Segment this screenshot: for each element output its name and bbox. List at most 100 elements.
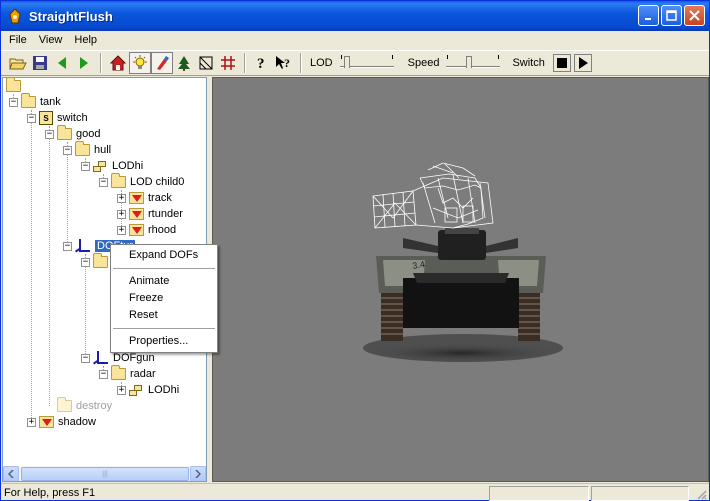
tree-node-shadow[interactable]: + shadow bbox=[27, 414, 96, 430]
menu-item-freeze[interactable]: Freeze bbox=[111, 290, 217, 307]
tree-node-label: rtunder bbox=[148, 208, 183, 220]
play-icon bbox=[578, 57, 588, 69]
geometry-node-icon bbox=[39, 416, 54, 428]
context-help-button[interactable]: ? bbox=[273, 52, 295, 74]
help-button[interactable]: ? bbox=[251, 52, 273, 74]
folder-icon bbox=[75, 141, 90, 156]
home-icon bbox=[110, 55, 126, 71]
context-help-icon: ? bbox=[276, 56, 290, 70]
status-text: For Help, press F1 bbox=[4, 486, 96, 499]
paint-button[interactable] bbox=[151, 52, 173, 74]
tree-node-child[interactable]: − bbox=[81, 253, 112, 270]
collapse-toggle[interactable]: − bbox=[27, 113, 36, 123]
menu-help[interactable]: Help bbox=[68, 34, 103, 46]
expand-toggle[interactable]: + bbox=[117, 225, 126, 235]
tree-node-lod-child0[interactable]: − LOD child0 bbox=[99, 173, 185, 190]
forward-arrow-icon bbox=[80, 57, 88, 69]
tree-node-good[interactable]: − good bbox=[45, 125, 100, 142]
tree-root[interactable] bbox=[6, 78, 25, 94]
chevron-left-icon bbox=[8, 469, 14, 478]
collapse-toggle[interactable]: − bbox=[81, 257, 90, 267]
window-title: StraightFlush bbox=[29, 8, 113, 24]
collapse-toggle[interactable]: − bbox=[99, 177, 108, 187]
tree-node-lodhi[interactable]: − LODhi bbox=[81, 158, 143, 174]
open-button[interactable] bbox=[7, 52, 29, 74]
collapse-toggle[interactable]: − bbox=[45, 129, 54, 139]
texture-button[interactable] bbox=[195, 52, 217, 74]
menu-view[interactable]: View bbox=[33, 34, 69, 46]
collapse-toggle[interactable]: − bbox=[99, 369, 108, 379]
expand-toggle[interactable]: + bbox=[117, 385, 126, 395]
collapse-toggle[interactable]: − bbox=[81, 161, 90, 171]
folder-icon bbox=[21, 93, 36, 108]
tree-node-track[interactable]: + track bbox=[117, 190, 172, 206]
back-button[interactable] bbox=[51, 52, 73, 74]
collapse-toggle[interactable]: − bbox=[63, 241, 72, 251]
menu-item-animate[interactable]: Animate bbox=[111, 273, 217, 290]
tree-node-label: hull bbox=[94, 144, 112, 156]
dof-node-icon bbox=[92, 351, 109, 365]
scroll-right-button[interactable] bbox=[190, 465, 206, 481]
toolbar: ? ? LOD Speed Switch bbox=[1, 50, 709, 76]
tree-node-lodhi-radar[interactable]: + LODhi bbox=[117, 382, 179, 398]
geometry-node-icon bbox=[129, 208, 144, 220]
speed-slider[interactable] bbox=[444, 53, 502, 73]
close-button[interactable] bbox=[684, 5, 705, 26]
maximize-button[interactable] bbox=[661, 5, 682, 26]
menu-file[interactable]: File bbox=[3, 34, 33, 46]
expand-toggle[interactable]: + bbox=[117, 209, 126, 219]
forward-button[interactable] bbox=[73, 52, 95, 74]
tree-node-destroy[interactable]: destroy bbox=[57, 397, 112, 414]
app-window: StraightFlush File View Help ? ? LOD Spe… bbox=[0, 0, 710, 501]
resize-grip-icon[interactable] bbox=[695, 488, 707, 500]
tree-node-label: LOD child0 bbox=[130, 176, 185, 188]
scroll-thumb[interactable]: ||| bbox=[21, 467, 189, 481]
tree-node-radar[interactable]: − radar bbox=[99, 365, 156, 382]
tree-node-hull[interactable]: − hull bbox=[63, 141, 112, 158]
lod-slider[interactable] bbox=[338, 53, 396, 73]
context-menu: Expand DOFs Animate Freeze Reset Propert… bbox=[110, 244, 218, 353]
stop-button[interactable] bbox=[552, 54, 571, 72]
grid-button[interactable] bbox=[217, 52, 239, 74]
menu-item-expand-dofs[interactable]: Expand DOFs bbox=[111, 247, 217, 264]
folder-icon bbox=[111, 365, 126, 380]
menu-item-reset[interactable]: Reset bbox=[111, 307, 217, 324]
svg-text:3.4: 3.4 bbox=[412, 259, 426, 271]
tree-node-label: switch bbox=[57, 112, 88, 124]
expand-toggle[interactable]: + bbox=[117, 193, 126, 203]
tree-button[interactable] bbox=[173, 52, 195, 74]
scroll-left-button[interactable] bbox=[3, 465, 19, 481]
light-button[interactable] bbox=[129, 52, 151, 74]
tree-icon bbox=[178, 56, 190, 71]
tree-node-switch[interactable]: − S switch bbox=[27, 110, 88, 126]
window-controls bbox=[638, 5, 705, 26]
collapse-toggle[interactable]: − bbox=[81, 353, 90, 363]
tree-node-tank[interactable]: − tank bbox=[9, 93, 61, 110]
toolbar-separator bbox=[244, 53, 246, 73]
tree-node-label: LODhi bbox=[112, 160, 144, 172]
tree-node-label: shadow bbox=[58, 416, 96, 428]
save-button[interactable] bbox=[29, 52, 51, 74]
minimize-button[interactable] bbox=[638, 5, 659, 26]
title-bar[interactable]: StraightFlush bbox=[1, 1, 709, 31]
tree-horizontal-scrollbar[interactable]: ||| bbox=[3, 465, 206, 481]
tree-node-rtunder[interactable]: + rtunder bbox=[117, 206, 183, 222]
switch-label: Switch bbox=[512, 57, 545, 69]
status-bar: For Help, press F1 bbox=[1, 483, 709, 501]
geometry-node-icon bbox=[129, 224, 144, 236]
folder-icon bbox=[93, 253, 108, 268]
svg-text:?: ? bbox=[257, 56, 265, 71]
play-button[interactable] bbox=[573, 54, 592, 72]
collapse-toggle[interactable]: − bbox=[63, 145, 72, 155]
tank-model-render: 3.4 bbox=[363, 162, 563, 363]
expand-toggle[interactable]: + bbox=[27, 417, 36, 427]
collapse-toggle[interactable]: − bbox=[9, 97, 18, 107]
home-button[interactable] bbox=[107, 52, 129, 74]
geometry-node-icon bbox=[129, 192, 144, 204]
minimize-icon bbox=[644, 17, 651, 20]
tree-node-rhood[interactable]: + rhood bbox=[117, 222, 176, 238]
stop-icon bbox=[556, 58, 567, 68]
menu-item-properties[interactable]: Properties... bbox=[111, 333, 217, 350]
3d-viewport[interactable]: 3.4 bbox=[212, 77, 709, 482]
lod-label: LOD bbox=[310, 57, 333, 69]
